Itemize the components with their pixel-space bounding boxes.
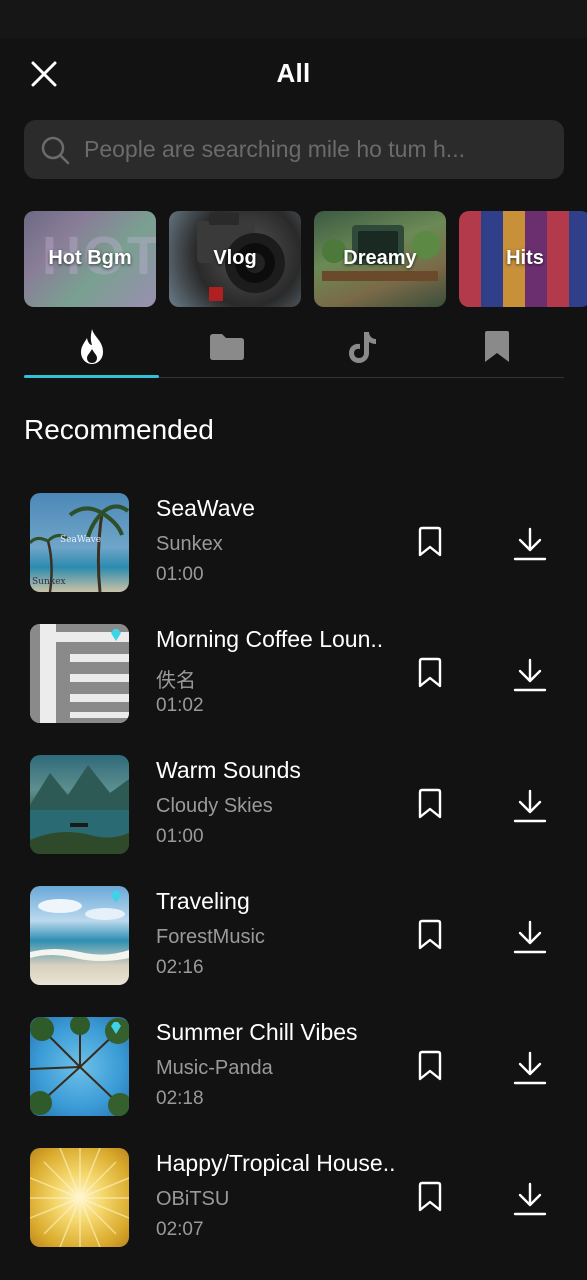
premium-gem-icon (111, 1022, 121, 1034)
track-thumbnail[interactable] (30, 1148, 129, 1247)
download-button[interactable] (512, 1181, 548, 1217)
track-duration: 02:07 (156, 1219, 204, 1240)
track-name: SeaWave (156, 495, 255, 521)
section-title: Recommended (24, 414, 214, 445)
bookmark-button[interactable] (414, 1050, 446, 1082)
track-duration: 01:00 (156, 826, 204, 847)
track-name: Happy/Tropical House.. (156, 1150, 396, 1176)
track-thumbnail[interactable] (30, 755, 129, 854)
track-name: Morning Coffee Loun.. (156, 626, 384, 652)
tab-bar (24, 318, 564, 378)
list-item[interactable]: Morning Coffee Loun.. 佚名 01:02 (0, 609, 587, 740)
track-duration: 02:18 (156, 1088, 204, 1109)
track-duration: 02:16 (156, 957, 204, 978)
download-button[interactable] (512, 526, 548, 562)
track-name: Warm Sounds (156, 757, 301, 783)
flame-icon (80, 329, 103, 364)
tab-active-indicator (24, 375, 159, 378)
track-artist: Music-Panda (156, 1057, 273, 1079)
premium-gem-icon (111, 629, 121, 641)
track-artist: 佚名 (156, 670, 196, 692)
bookmark-button[interactable] (414, 1181, 446, 1213)
track-thumbnail[interactable] (30, 624, 129, 723)
sunburst-image (30, 1148, 129, 1247)
search-icon (41, 136, 70, 164)
page-title: All (276, 58, 311, 88)
mountain-lake-image (30, 765, 129, 854)
category-hot-bgm[interactable]: HOT Hot Bgm (24, 211, 156, 307)
bookmark-button[interactable] (414, 788, 446, 820)
track-thumbnail[interactable]: SeaWave Sunkex (30, 493, 129, 592)
thumbnail-text-bottom: Sunkex (32, 577, 66, 587)
track-artist: OBiTSU (156, 1188, 230, 1210)
tab-trending[interactable] (24, 318, 159, 378)
list-item[interactable]: Happy/Tropical House.. OBiTSU 02:07 (0, 1133, 587, 1264)
track-duration: 01:00 (156, 564, 204, 585)
bookmark-icon (484, 331, 509, 362)
header: All (0, 38, 587, 112)
category-strip: HOT Hot Bgm Vlog Dreamy Hits (24, 211, 587, 307)
status-bar (0, 0, 587, 38)
download-button[interactable] (512, 919, 548, 955)
category-label: Vlog (213, 247, 257, 269)
track-artist: Sunkex (156, 533, 223, 555)
search-placeholder: People are searching mile ho tum h... (84, 136, 465, 162)
track-name: Summer Chill Vibes (156, 1019, 358, 1045)
bookmark-button[interactable] (414, 657, 446, 689)
track-artist: ForestMusic (156, 926, 265, 948)
tab-saved[interactable] (429, 318, 564, 376)
category-dreamy[interactable]: Dreamy (314, 211, 446, 307)
track-artist: Cloudy Skies (156, 795, 273, 817)
track-name: Traveling (156, 888, 250, 914)
track-list: SeaWave Sunkex SeaWave Sunkex 01:00 Morn… (0, 478, 587, 1264)
download-button[interactable] (512, 657, 548, 693)
track-thumbnail[interactable] (30, 886, 129, 985)
download-button[interactable] (512, 788, 548, 824)
bookmark-button[interactable] (414, 919, 446, 951)
list-item[interactable]: SeaWave Sunkex SeaWave Sunkex 01:00 (0, 478, 587, 609)
track-thumbnail[interactable] (30, 1017, 129, 1116)
tab-tiktok[interactable] (294, 318, 429, 376)
category-vlog[interactable]: Vlog (169, 211, 301, 307)
category-label: Hot Bgm (48, 247, 132, 269)
folder-icon (209, 334, 244, 360)
list-item[interactable]: Summer Chill Vibes Music-Panda 02:18 (0, 1002, 587, 1133)
premium-gem-icon (111, 891, 121, 903)
thumbnail-text-top: SeaWave (60, 535, 102, 545)
list-item[interactable]: Warm Sounds Cloudy Skies 01:00 (0, 740, 587, 871)
tab-folder[interactable] (159, 318, 294, 376)
search-input[interactable]: People are searching mile ho tum h... (24, 120, 564, 179)
category-label: Dreamy (343, 247, 417, 269)
track-duration: 01:02 (156, 695, 204, 716)
list-item[interactable]: Traveling ForestMusic 02:16 (0, 871, 587, 1002)
download-button[interactable] (512, 1050, 548, 1086)
category-label: Hits (506, 247, 544, 269)
category-hits[interactable]: Hits (459, 211, 587, 307)
bookmark-button[interactable] (414, 526, 446, 558)
tiktok-icon (348, 332, 376, 363)
